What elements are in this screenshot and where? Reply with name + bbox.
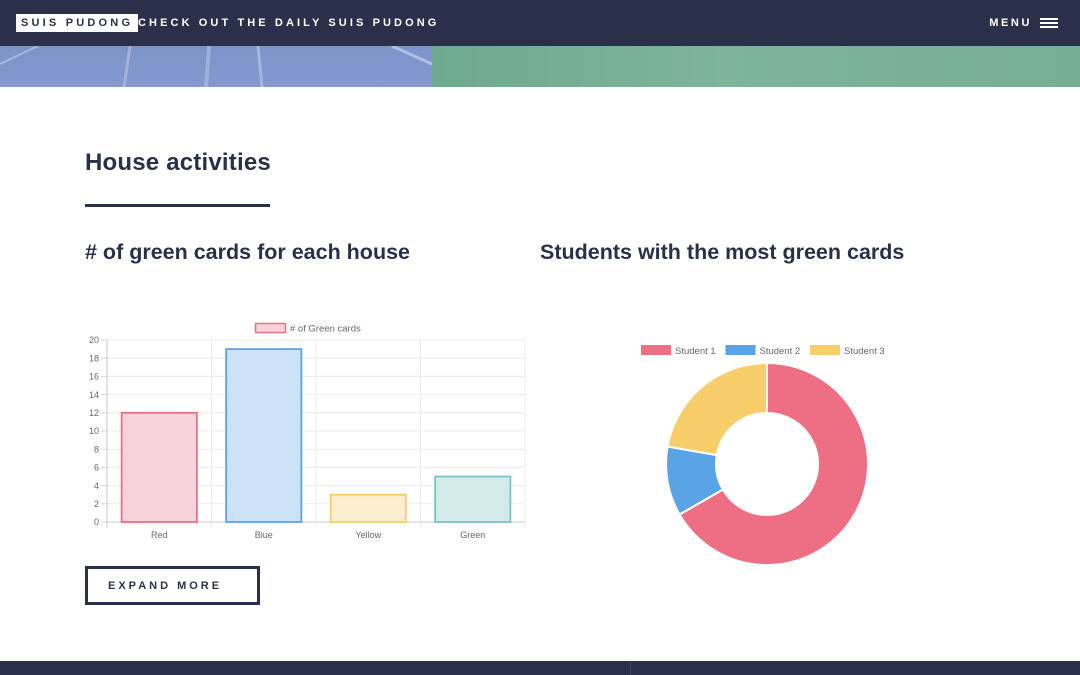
y-tick-label: 4	[94, 481, 99, 491]
hero-image-strip	[0, 46, 1080, 87]
hamburger-icon	[1040, 18, 1058, 28]
y-tick-label: 20	[89, 335, 99, 345]
y-tick-label: 18	[89, 353, 99, 363]
donut-chart-heading: Students with the most green cards	[540, 240, 905, 264]
legend-label: Student 2	[760, 346, 801, 357]
top-navigation-bar: SUIS PUDONG CHECK OUT THE DAILY SUIS PUD…	[0, 0, 1080, 46]
students-donut-chart: Student 1 Student 2 Student 3	[641, 345, 885, 566]
bar-green	[434, 475, 512, 523]
legend-swatch-green-cards	[254, 322, 287, 334]
title-underline	[85, 204, 270, 207]
section-title: House activities	[85, 149, 271, 176]
brand-logo[interactable]: SUIS PUDONG	[16, 14, 139, 32]
y-tick-label: 14	[89, 390, 99, 400]
hero-image-left	[0, 46, 432, 87]
bar-yellow	[329, 493, 407, 523]
legend-label: # of Green cards	[290, 324, 361, 335]
y-tick-label: 10	[89, 426, 99, 436]
legend-swatch-student-1	[641, 345, 671, 355]
x-tick-label: Blue	[255, 530, 273, 540]
bar-blue	[225, 348, 303, 523]
footer-band	[0, 661, 1080, 675]
y-tick-label: 2	[94, 499, 99, 509]
legend-swatch-student-2	[725, 345, 756, 355]
legend-label: Student 1	[675, 346, 716, 357]
x-tick-label: Green	[460, 530, 485, 540]
x-tick-label: Red	[151, 530, 168, 540]
y-tick-label: 8	[94, 444, 99, 454]
y-tick-label: 12	[89, 408, 99, 418]
bar-chart-heading: # of green cards for each house	[85, 240, 410, 264]
expand-more-button[interactable]: EXPAND MORE	[85, 566, 260, 605]
footer-divider	[630, 661, 631, 675]
menu-label: MENU	[989, 17, 1032, 29]
hero-image-right	[432, 46, 1080, 87]
y-tick-label: 6	[94, 463, 99, 473]
menu-button[interactable]: MENU	[989, 15, 1058, 31]
x-tick-label: Yellow	[355, 530, 381, 540]
green-cards-bar-chart: # of Green cards 0 2 4 6 8 10 12 14 16 18 20 Red Blue…	[89, 322, 526, 540]
y-tick-label: 0	[94, 517, 99, 527]
header-tagline[interactable]: CHECK OUT THE DAILY SUIS PUDONG	[138, 16, 439, 30]
legend-label: Student 3	[844, 346, 885, 357]
donut-slice-student-3	[666, 361, 768, 457]
legend-swatch-student-3	[810, 345, 840, 355]
bar-red	[120, 411, 198, 523]
y-tick-label: 16	[89, 372, 99, 382]
